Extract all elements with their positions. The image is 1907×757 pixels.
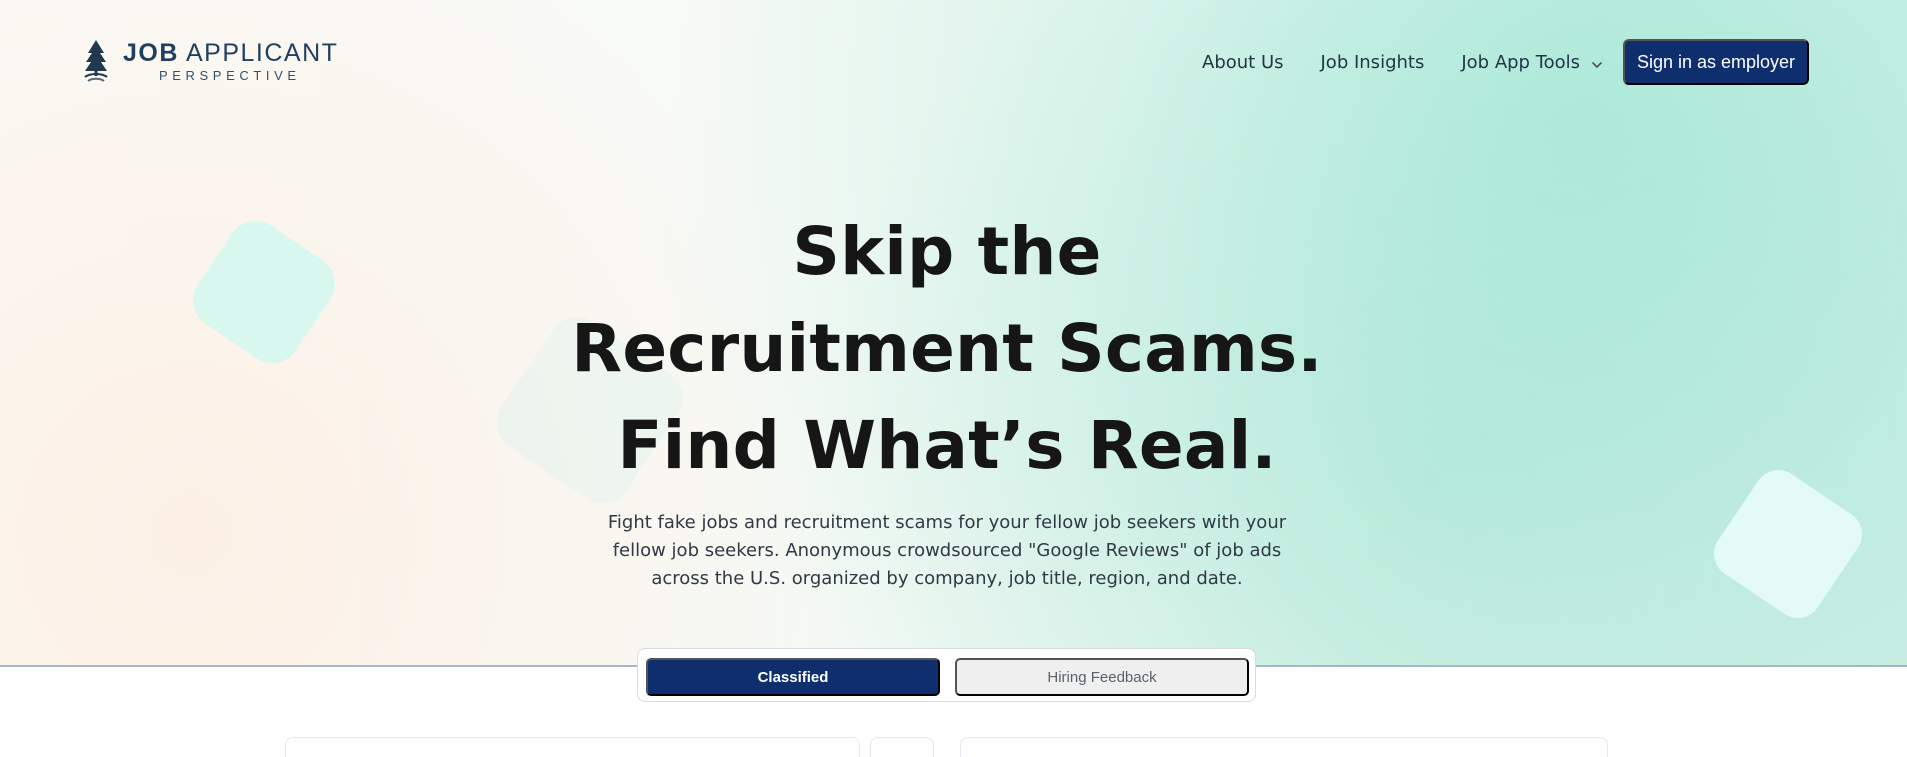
hero-title: Skip the Recruitment Scams. Find What’s …	[571, 213, 1323, 484]
brand-title-rest: APPLICANT	[178, 38, 339, 67]
content-card-right	[960, 737, 1608, 757]
tree-icon	[82, 38, 110, 84]
listing-mode-toggle: Classified Hiring Feedback	[637, 648, 1256, 702]
brand-title: JOB APPLICANT	[123, 38, 339, 67]
decorative-rounded-square-left	[182, 210, 346, 374]
brand-text: JOB APPLICANT PERSPECTIVE	[123, 38, 339, 83]
site-header: JOB APPLICANT PERSPECTIVE About Us Job I…	[0, 0, 1907, 124]
job-app-tools-dropdown[interactable]: Job App Tools	[1461, 49, 1604, 75]
content-card-left	[285, 737, 860, 757]
nav-link-job-insights[interactable]: Job Insights	[1321, 49, 1425, 75]
nav-link-job-app-tools: Job App Tools	[1461, 51, 1581, 73]
nav-link-about-us[interactable]: About Us	[1202, 49, 1284, 75]
tab-classified[interactable]: Classified	[646, 658, 940, 696]
page: JOB APPLICANT PERSPECTIVE About Us Job I…	[0, 0, 1907, 757]
decorative-rounded-square-right	[1704, 460, 1872, 628]
chevron-down-icon	[1590, 56, 1604, 70]
brand-subtitle: PERSPECTIVE	[159, 67, 301, 83]
brand-logo[interactable]: JOB APPLICANT PERSPECTIVE	[82, 38, 338, 84]
hero-section: JOB APPLICANT PERSPECTIVE About Us Job I…	[0, 0, 1907, 667]
sign-in-employer-button[interactable]: Sign in as employer	[1623, 39, 1809, 85]
hero-description: Fight fake jobs and recruitment scams fo…	[607, 512, 1287, 589]
brand-title-strong: JOB	[123, 38, 179, 67]
hero-content: Skip the Recruitment Scams. Find What’s …	[512, 203, 1382, 593]
primary-navigation: About Us Job Insights Job App Tools	[1202, 49, 1604, 75]
tab-hiring-feedback[interactable]: Hiring Feedback	[955, 658, 1249, 696]
content-card-middle	[870, 737, 934, 757]
